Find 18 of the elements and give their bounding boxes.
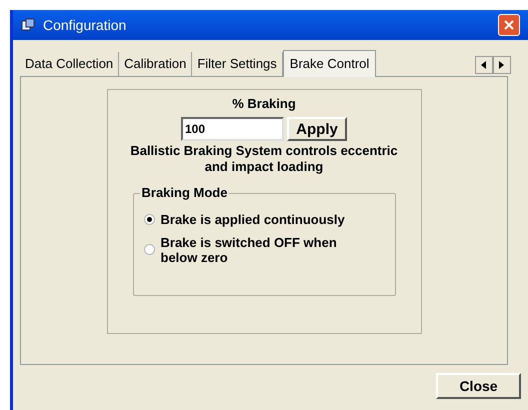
tab[interactable]: Brake Control xyxy=(282,50,376,77)
braking-input[interactable]: 100 xyxy=(181,116,284,140)
scroll-left-button[interactable] xyxy=(475,56,493,74)
apply-button[interactable]: Apply xyxy=(287,116,347,140)
radio-label: Brake is switched OFF when below zero xyxy=(160,234,338,264)
radio-label: Brake is applied continuously xyxy=(160,212,346,226)
right-arrow-icon xyxy=(499,61,505,69)
radio-button[interactable] xyxy=(144,214,154,224)
close-icon[interactable] xyxy=(498,14,520,36)
window-title: Configuration xyxy=(43,16,126,35)
group-title: Braking Mode xyxy=(140,184,230,200)
braking-label: % Braking xyxy=(232,95,296,113)
radio-button[interactable] xyxy=(144,244,154,255)
app-icon xyxy=(21,18,35,32)
left-arrow-icon xyxy=(481,61,487,69)
close-button[interactable]: Close xyxy=(436,373,521,399)
scroll-right-button[interactable] xyxy=(493,56,511,74)
description-text: Ballistic Braking System controls eccentric and impact loading xyxy=(129,142,399,174)
